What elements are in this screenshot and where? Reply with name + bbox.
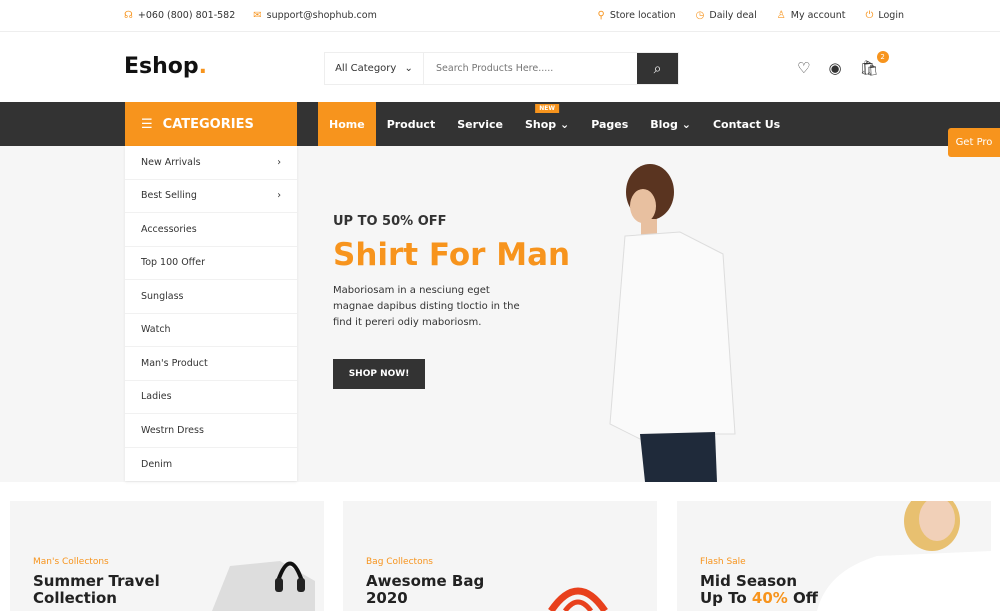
card-title: Awesome Bag 2020 [366,573,484,607]
card-title-text: Up To [700,589,752,607]
nav-contact[interactable]: Contact Us [702,102,791,146]
login-link[interactable]: ⏻ Login [865,10,904,21]
card-title: Summer Travel Collection [33,573,160,607]
email[interactable]: ✉ support@shophub.com [253,10,377,21]
logo-text: Eshop [124,54,199,79]
hero-kicker: UP TO 50% OFF [333,214,447,229]
store-label: Store location [609,10,676,21]
nav-pages[interactable]: Pages [580,102,639,146]
categories-label: CATEGORIES [162,116,254,132]
shop-now-button[interactable]: SHOP NOW! [333,359,425,389]
blog-label: Blog [650,117,678,131]
logo-dot: . [198,54,208,79]
promo-card[interactable]: Flash Sale Mid Season Up To 40% Off [677,501,991,611]
search-input[interactable] [424,53,637,84]
card-title: Mid Season Up To 40% Off [700,573,818,607]
chevron-down-icon: ⌄ [559,117,570,131]
clock-icon: ◷ [695,10,705,21]
category-item[interactable]: Ladies [125,381,297,414]
bag-image [548,587,608,611]
card-subtitle: Flash Sale [700,557,746,567]
pin-icon: ⚲ [597,10,605,21]
card-title-highlight: 40% [751,589,788,607]
mail-icon: ✉ [253,10,262,21]
daily-deal-link[interactable]: ◷ Daily deal [696,10,757,21]
login-label: Login [878,10,904,21]
phone-text: +060 (800) 801-582 [137,10,236,21]
cart-icon[interactable]: 🛍 2 [860,51,889,77]
search-button[interactable]: ⌕ [637,53,678,84]
user-circle-icon[interactable]: ◉ [828,59,841,77]
category-item[interactable]: Watch [125,314,297,347]
hero-banner: New Arrivals › Best Selling › Accessories … [0,146,1000,482]
category-list: New Arrivals › Best Selling › Accessories … [125,146,297,481]
chevron-right-icon: › [277,156,281,168]
card-title-line: Summer Travel [33,572,160,590]
category-item[interactable]: Best Selling › [125,180,297,213]
heart-icon[interactable]: ♡ [797,59,810,77]
category-item[interactable]: New Arrivals › [125,146,297,180]
logo[interactable]: Eshop. [124,54,207,79]
nav-service[interactable]: Service [446,102,514,146]
nav-home[interactable]: Home [318,102,376,146]
card-subtitle: Bag Collectons [366,557,433,567]
search-icon: ⌕ [653,60,662,77]
store-location-link[interactable]: ⚲ Store location [597,10,675,21]
category-item[interactable]: Man's Product [125,347,297,381]
category-item[interactable]: Top 100 Offer [125,247,297,280]
card-title-line: Awesome Bag [366,572,485,590]
nav-blog[interactable]: Blog ⌄ [639,102,702,146]
category-item[interactable]: Denim [125,448,297,482]
card-subtitle: Man's Collectons [33,557,109,567]
card-title-line: Mid Season [700,572,798,590]
shop-label: Shop [524,117,557,131]
power-icon: ⏻ [865,10,874,21]
new-badge: NEW [535,104,559,113]
chevron-down-icon: ⌄ [404,63,413,74]
shirt-headphones-image [212,561,315,611]
model-image [609,164,736,482]
category-label: New Arrivals [141,156,201,168]
category-label: Best Selling [141,190,197,202]
main-nav: ☰ CATEGORIES Home Product Service NEW Shop… [0,102,1000,146]
cart-count-badge: 2 [876,51,889,63]
category-item[interactable]: Accessories [125,213,297,247]
card-title-text: Off [787,589,818,607]
hero-title: Shirt For Man [333,237,571,273]
account-label: My account [790,10,846,21]
woman-image [817,501,991,611]
my-account-link[interactable]: ♙ My account [777,10,846,21]
nav-shop[interactable]: NEW Shop ⌄ [514,102,580,146]
category-item[interactable]: Sunglass [125,280,297,314]
search-bar: All Category ⌄ ⌕ [324,52,679,85]
card-title-line: Collection [33,589,117,607]
header: Eshop. All Category ⌄ ⌕ ♡ ◉ 🛍2 [0,32,1000,102]
card-title-line: 2020 [366,589,408,607]
top-bar: ☊ +060 (800) 801-582 ✉ support@shophub.com… [0,0,1000,32]
category-item[interactable]: Westrn Dress [125,414,297,448]
promo-card[interactable]: Man's Collectons Summer Travel Collection [10,501,324,611]
hero-description: Maboriosam in a nesciung eget magnae dap… [333,285,520,328]
get-pro-button[interactable]: Get Pro [948,128,1000,157]
user-icon: ♙ [776,10,786,21]
chevron-right-icon: › [277,190,281,202]
chevron-down-icon: ⌄ [681,117,691,131]
deal-label: Daily deal [709,10,757,21]
menu-icon: ☰ [141,116,153,132]
category-select[interactable]: All Category ⌄ [325,53,424,84]
phone[interactable]: ☊ +060 (800) 801-582 [124,10,235,21]
email-text: support@shophub.com [266,10,377,21]
nav-product[interactable]: Product [376,102,447,146]
promo-card[interactable]: Bag Collectons Awesome Bag 2020 [343,501,657,611]
category-value: All Category [335,63,397,74]
categories-button[interactable]: ☰ CATEGORIES [125,102,297,146]
headset-icon: ☊ [124,10,133,21]
